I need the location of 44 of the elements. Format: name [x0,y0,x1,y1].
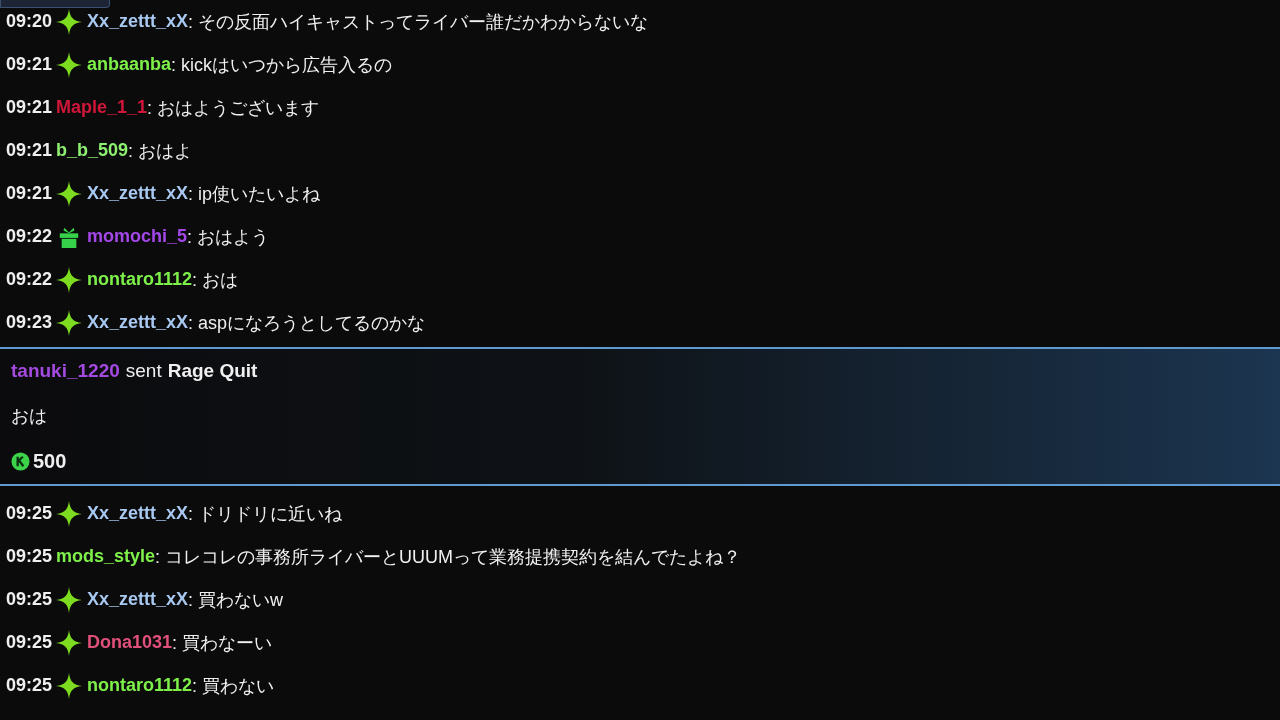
message-time: 09:25 [6,675,53,696]
message-text: : その反面ハイキャストってライバー誰だかわからないな [188,10,649,34]
message-text: : コレコレの事務所ライバーとUUUMって業務提携契約を結んでたよね？ [155,545,742,569]
gift-verb: sent [125,360,162,382]
username[interactable]: Xx_zettt_xX [87,11,189,32]
message-text: : aspになろうとしてるのかな [188,311,426,335]
username[interactable]: nontaro1112 [87,269,193,290]
username[interactable]: Xx_zettt_xX [87,312,189,333]
message-text: : おは [192,268,239,292]
message-time: 09:23 [6,312,53,333]
message-text: : おはよう [187,225,270,249]
message-text: : 買わないw [188,588,284,612]
message-time: 09:21 [6,54,53,75]
message-text: : ip使いたいよね [188,182,321,206]
gift-name: Rage Quit [167,360,258,382]
username[interactable]: momochi_5 [87,226,188,247]
message-text: : 買わない [192,674,275,698]
message-time: 09:22 [6,269,53,290]
message-time: 09:25 [6,632,53,653]
message-text: : kickはいつから広告入るの [171,53,393,77]
message-time: 09:25 [6,546,53,567]
message-time: 09:25 [6,503,53,524]
username[interactable]: Xx_zettt_xX [87,503,189,524]
message-text: : おはよ [128,139,193,163]
username[interactable]: nontaro1112 [87,675,193,696]
username[interactable]: anbaanba [87,54,172,75]
username[interactable]: Xx_zettt_xX [87,589,189,610]
username[interactable]: Maple_1_1 [56,97,148,118]
gift-amount: 500 [33,450,67,473]
message-time: 09:22 [6,226,53,247]
username[interactable]: tanuki_1220 [11,360,120,382]
message-time: 09:21 [6,97,53,118]
username[interactable]: Dona1031 [87,632,173,653]
message-time: 09:21 [6,140,53,161]
username[interactable]: Xx_zettt_xX [87,183,189,204]
username[interactable]: mods_style [56,546,156,567]
message-text: : 買わなーい [172,631,273,655]
gift-message: おは [11,405,48,428]
message-time: 09:20 [6,11,53,32]
message-text: : ドリドリに近いね [188,502,343,526]
message-text: : おはようございます [147,96,320,120]
message-time: 09:21 [6,183,53,204]
message-time: 09:25 [6,589,53,610]
username[interactable]: b_b_509 [56,140,129,161]
